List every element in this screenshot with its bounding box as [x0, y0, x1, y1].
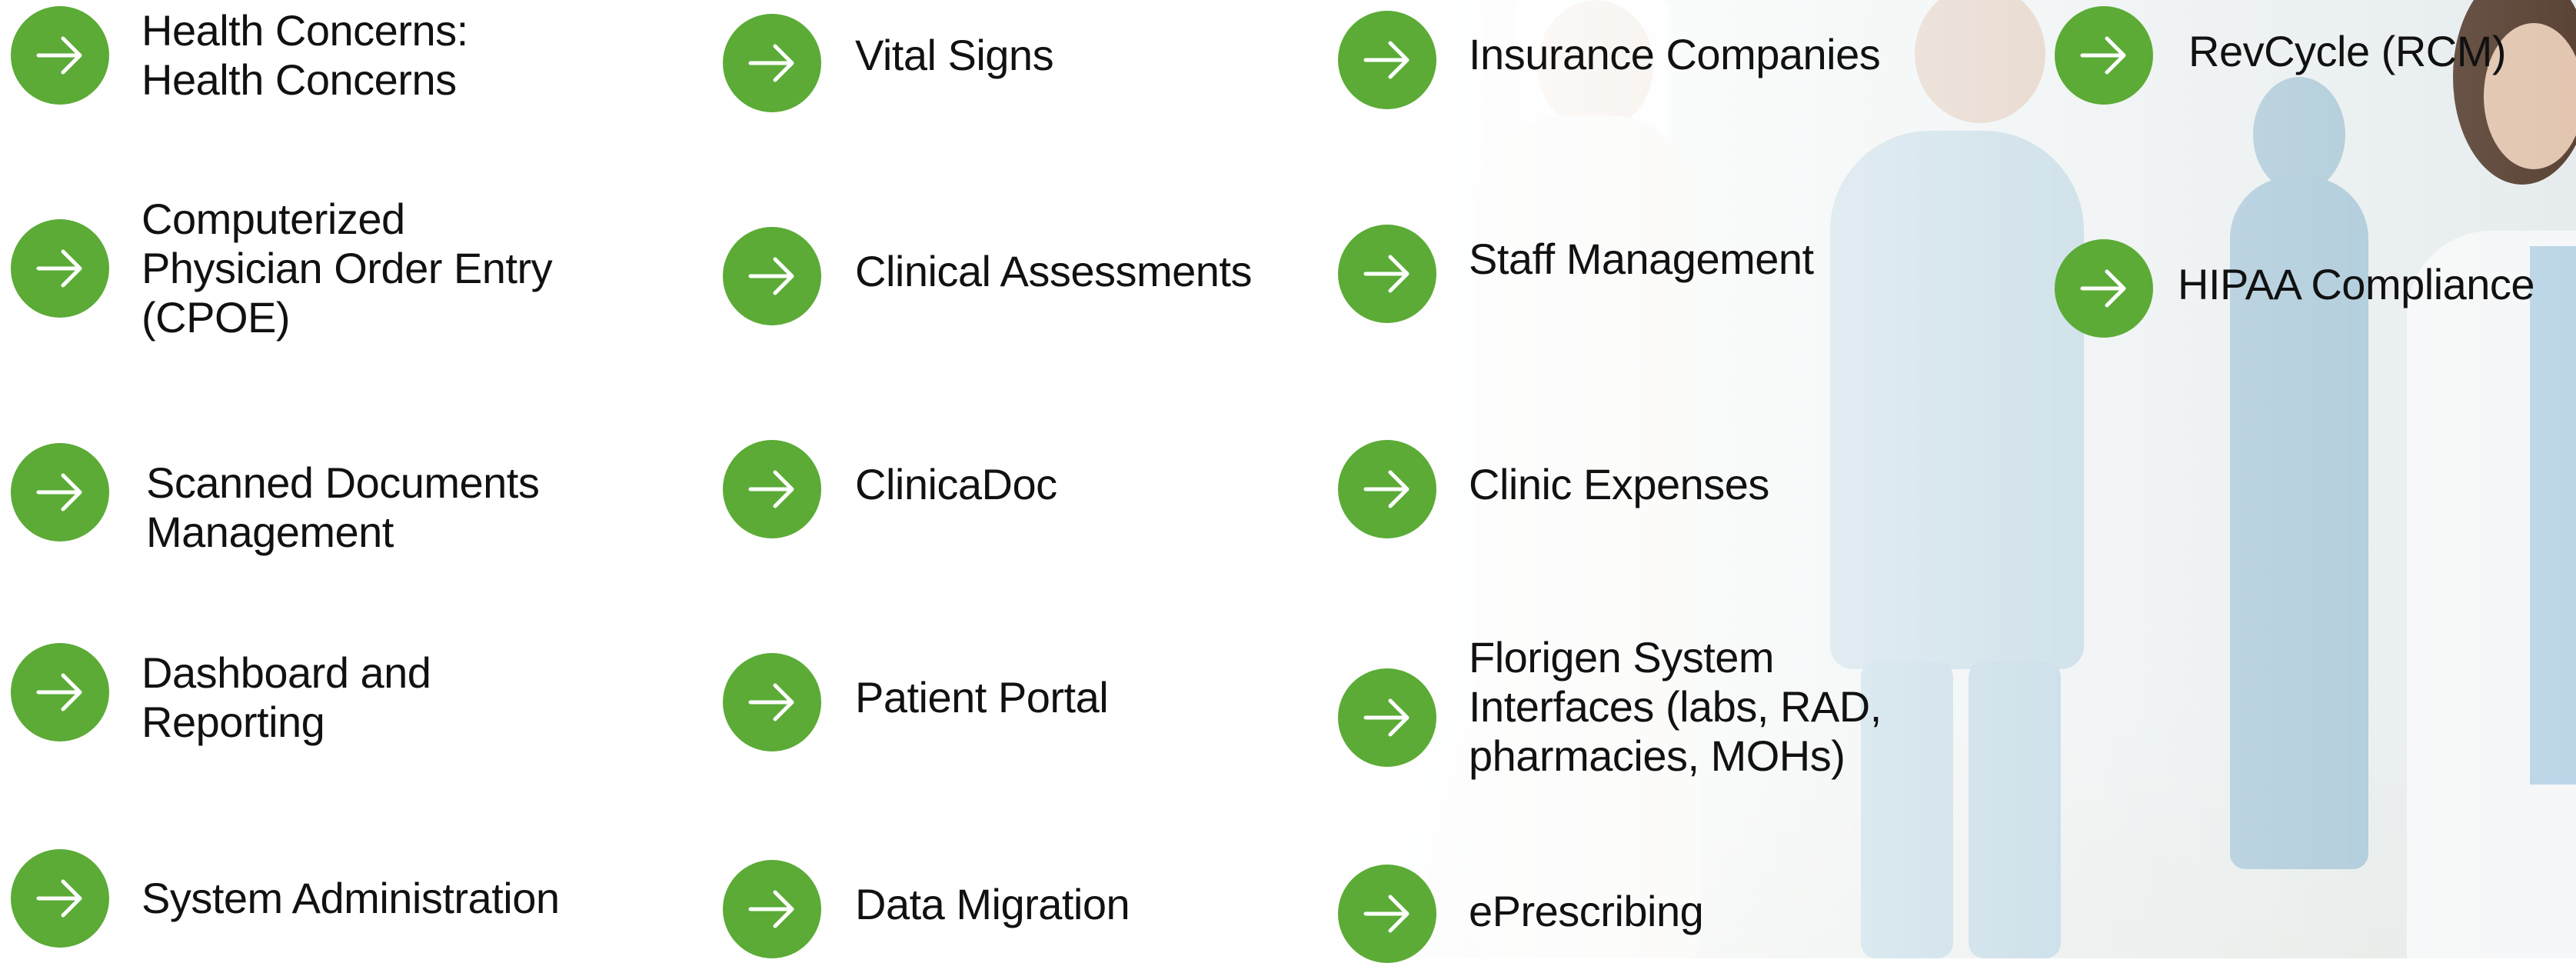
arrow-button[interactable] [2055, 239, 2153, 338]
feature-item-hipaa-compliance[interactable]: HIPAA Compliance [2055, 239, 2535, 338]
feature-label: ePrescribing [1469, 887, 1704, 935]
feature-label: Clinical Assessments [855, 247, 1252, 295]
arrow-button[interactable] [11, 6, 109, 105]
feature-label: Staff Management [1469, 235, 1814, 283]
arrow-right-icon [2080, 269, 2126, 308]
arrow-right-icon [748, 44, 794, 82]
feature-item-dashboard[interactable]: Dashboard and Reporting [11, 638, 431, 747]
feature-label: Data Migration [855, 880, 1130, 928]
arrow-button[interactable] [1338, 440, 1436, 538]
feature-label: Computerized Physician Order Entry (CPOE… [141, 195, 553, 342]
arrow-right-icon [748, 683, 794, 721]
feature-item-clinicadoc[interactable]: ClinicaDoc [723, 440, 1057, 538]
arrow-right-icon [1363, 698, 1409, 737]
feature-label: Florigen System Interfaces (labs, RAD, p… [1469, 633, 1882, 780]
feature-label: Clinic Expenses [1469, 460, 1769, 508]
feature-label: Scanned Documents Management [146, 458, 540, 556]
arrow-right-icon [36, 473, 82, 511]
feature-label: Patient Portal [855, 673, 1109, 721]
feature-item-clinical-assessments[interactable]: Clinical Assessments [723, 227, 1252, 325]
arrow-right-icon [36, 36, 82, 75]
arrow-right-icon [748, 470, 794, 508]
arrow-button[interactable] [723, 860, 821, 958]
arrow-right-icon [748, 890, 794, 928]
arrow-button[interactable] [11, 443, 109, 541]
feature-label: System Administration [141, 874, 560, 922]
arrow-right-icon [36, 879, 82, 918]
arrow-button[interactable] [1338, 11, 1436, 109]
feature-label: Insurance Companies [1469, 30, 1881, 78]
arrow-button[interactable] [723, 653, 821, 751]
feature-label: Dashboard and Reporting [141, 648, 431, 746]
feature-item-eprescribing[interactable]: ePrescribing [1338, 865, 1704, 963]
feature-item-vital-signs[interactable]: Vital Signs [723, 14, 1054, 112]
arrow-right-icon [1363, 255, 1409, 293]
feature-item-revcycle[interactable]: RevCycle (RCM) [2055, 6, 2507, 105]
feature-label: ClinicaDoc [855, 460, 1057, 508]
arrow-button[interactable] [1338, 668, 1436, 767]
feature-list: Health Concerns: Health Concerns Compute… [0, 0, 2576, 963]
feature-item-insurance-companies[interactable]: Insurance Companies [1338, 11, 1881, 109]
feature-item-patient-portal[interactable]: Patient Portal [723, 653, 1109, 751]
arrow-button[interactable] [723, 14, 821, 112]
arrow-button[interactable] [2055, 6, 2153, 105]
arrow-button[interactable] [11, 219, 109, 318]
arrow-right-icon [1363, 895, 1409, 933]
feature-item-health-concerns[interactable]: Health Concerns: Health Concerns [11, 6, 468, 105]
feature-item-scanned-documents[interactable]: Scanned Documents Management [11, 428, 540, 557]
feature-label: HIPAA Compliance [2178, 260, 2535, 308]
arrow-button[interactable] [723, 440, 821, 538]
arrow-button[interactable] [11, 643, 109, 741]
feature-item-staff-management[interactable]: Staff Management [1338, 225, 1814, 323]
arrow-right-icon [748, 257, 794, 295]
feature-item-clinic-expenses[interactable]: Clinic Expenses [1338, 440, 1769, 538]
feature-label: Vital Signs [855, 31, 1054, 79]
feature-label: Health Concerns: Health Concerns [141, 6, 468, 104]
arrow-button[interactable] [723, 227, 821, 325]
arrow-right-icon [1363, 41, 1409, 79]
feature-label: RevCycle (RCM) [2188, 27, 2507, 75]
arrow-button[interactable] [11, 849, 109, 948]
feature-item-data-migration[interactable]: Data Migration [723, 860, 1130, 958]
feature-item-florigen-interfaces[interactable]: Florigen System Interfaces (labs, RAD, p… [1338, 633, 1882, 781]
arrow-button[interactable] [1338, 865, 1436, 963]
feature-item-cpoe[interactable]: Computerized Physician Order Entry (CPOE… [11, 195, 553, 342]
arrow-right-icon [2080, 36, 2126, 75]
arrow-right-icon [1363, 470, 1409, 508]
arrow-right-icon [36, 673, 82, 711]
arrow-button[interactable] [1338, 225, 1436, 323]
arrow-right-icon [36, 249, 82, 288]
feature-item-system-administration[interactable]: System Administration [11, 849, 560, 948]
